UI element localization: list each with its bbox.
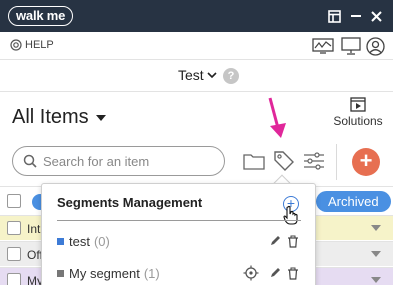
search-row: +	[0, 140, 393, 184]
section-header: All Items Solutions	[0, 92, 393, 140]
row-expand-icon[interactable]	[371, 251, 381, 257]
select-all-checkbox[interactable]	[7, 194, 21, 208]
toolbar-divider	[336, 144, 337, 180]
filter-sliders-icon[interactable]	[301, 148, 327, 174]
segment-color-swatch	[57, 237, 64, 245]
help-link[interactable]: HELP	[10, 39, 54, 51]
target-crosshair-icon[interactable]	[243, 263, 259, 283]
delete-trash-icon[interactable]	[285, 231, 301, 251]
caret-down-icon	[95, 114, 106, 121]
segment-item-test[interactable]: test (0)	[57, 231, 307, 251]
folder-icon[interactable]	[241, 148, 267, 174]
search-input[interactable]	[43, 153, 213, 169]
help-label: HELP	[25, 39, 54, 51]
segment-color-swatch	[57, 269, 64, 277]
maximize-icon[interactable]	[323, 5, 345, 27]
row-checkbox[interactable]	[7, 247, 21, 261]
environment-label: Test	[178, 67, 204, 83]
solutions-icon	[350, 97, 366, 112]
segment-name: My segment	[69, 265, 140, 281]
lifebuoy-icon	[10, 39, 22, 51]
row-checkbox[interactable]	[7, 221, 21, 235]
segment-count: (1)	[143, 265, 160, 281]
environment-dropdown[interactable]: Test	[178, 67, 217, 83]
environment-help-icon[interactable]: ?	[223, 68, 239, 84]
add-item-button[interactable]: +	[352, 148, 380, 176]
edit-pencil-icon[interactable]	[267, 231, 283, 251]
segments-tag-icon[interactable]	[271, 148, 297, 174]
search-box[interactable]	[12, 146, 225, 176]
annotation-arrow-icon	[268, 97, 286, 138]
segments-management-popup: Segments Management + test (0) My segmen…	[41, 183, 316, 285]
close-icon[interactable]	[365, 5, 387, 27]
delete-trash-icon[interactable]	[285, 263, 301, 283]
user-account-icon[interactable]	[363, 35, 387, 57]
desktop-icon[interactable]	[339, 35, 363, 57]
chevron-down-icon	[207, 72, 217, 79]
segment-name: test	[69, 233, 90, 249]
walkme-logo: walk me	[8, 6, 74, 26]
segment-item-my-segment[interactable]: My segment (1)	[57, 263, 307, 283]
popup-title: Segments Management	[57, 195, 203, 210]
analytics-monitor-icon[interactable]	[311, 35, 335, 57]
solutions-button[interactable]: Solutions	[330, 96, 386, 128]
environment-bar: Test ?	[0, 60, 393, 92]
popup-divider	[57, 220, 301, 221]
page-title: All Items	[12, 106, 89, 128]
hand-cursor-icon	[283, 205, 298, 225]
all-items-dropdown[interactable]: All Items	[12, 106, 107, 129]
row-expand-icon[interactable]	[371, 277, 381, 283]
help-bar: HELP	[0, 32, 393, 60]
minimize-icon[interactable]	[345, 5, 367, 27]
edit-pencil-icon[interactable]	[267, 263, 283, 283]
title-bar: walk me	[0, 0, 393, 32]
search-icon	[23, 154, 37, 168]
archived-filter-chip[interactable]: Archived	[316, 191, 391, 212]
row-checkbox[interactable]	[7, 273, 21, 285]
list-item-label: Int	[27, 222, 41, 236]
solutions-label: Solutions	[333, 114, 383, 128]
row-expand-icon[interactable]	[371, 225, 381, 231]
segment-count: (0)	[93, 233, 110, 249]
